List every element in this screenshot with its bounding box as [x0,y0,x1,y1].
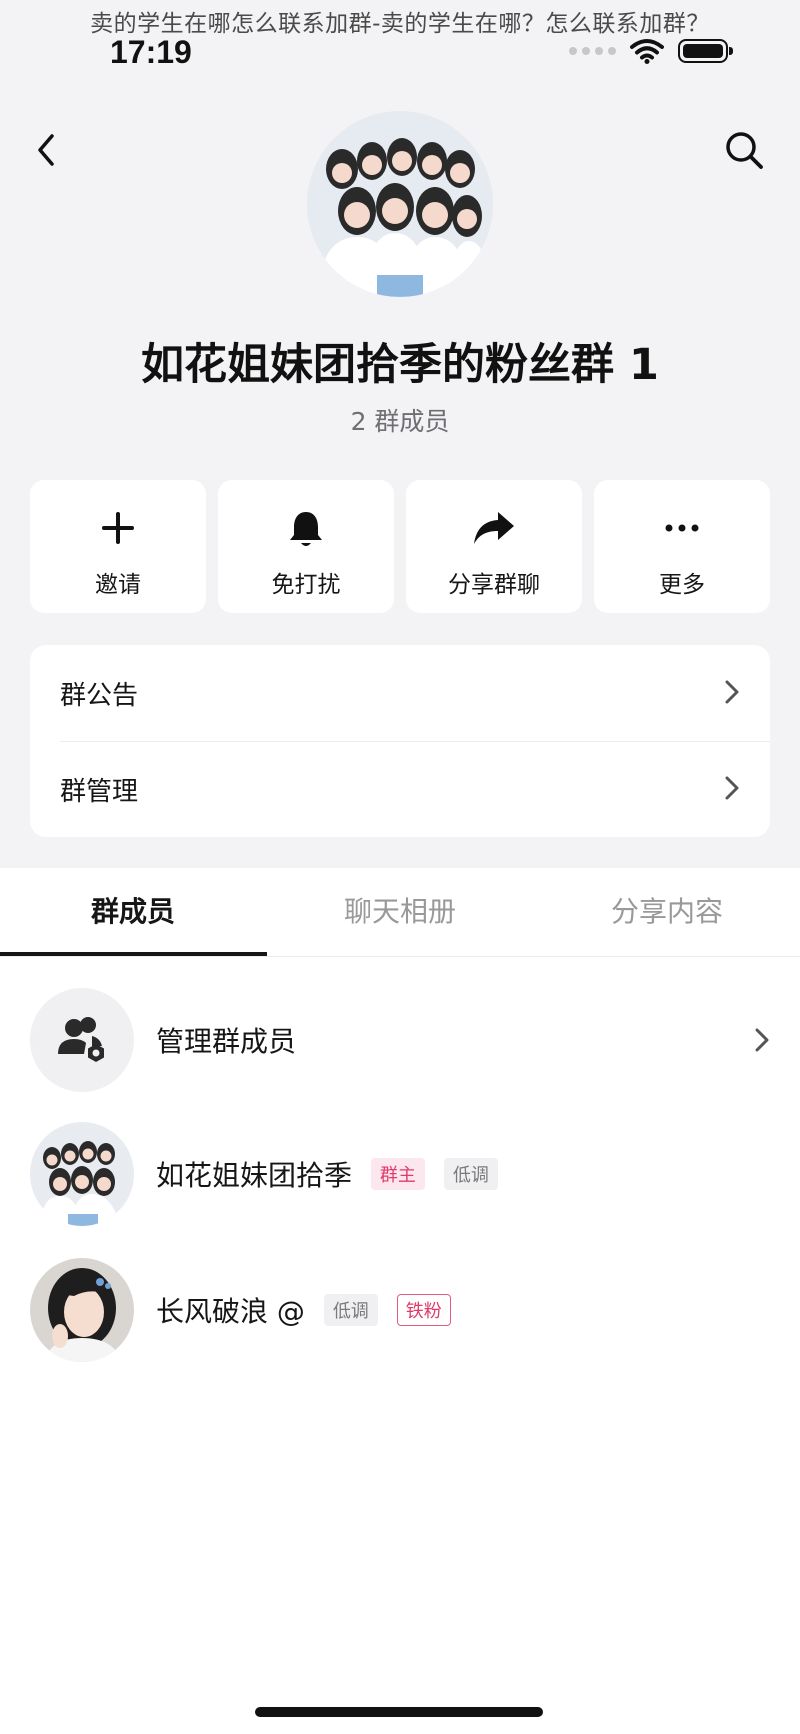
group-announcement-label: 群公告 [60,681,139,711]
avatar [30,1258,134,1362]
mute-label: 免打扰 [271,572,341,598]
member-name: 长风破浪 @ [156,1295,305,1328]
search-icon [726,132,763,169]
owner-badge: 群主 [370,1158,425,1190]
tab-chat-album[interactable]: 聊天相册 [267,868,533,956]
manage-members-label: 管理群成员 [156,1025,297,1058]
wifi-icon [630,39,664,64]
bell-icon [290,512,322,546]
group-management-label: 群管理 [60,777,139,807]
group-menu-card: 群公告 群管理 [30,645,770,837]
chevron-right-icon [725,680,739,704]
manage-members-avatar [30,988,134,1092]
signal-dots-icon [569,47,616,55]
invite-label: 邀请 [95,572,141,598]
plus-icon [102,512,134,544]
low-key-badge: 低调 [323,1294,378,1326]
member-avatar-image [30,1258,134,1362]
invite-button[interactable]: 邀请 [30,480,206,613]
share-group-label: 分享群聊 [448,572,540,598]
status-time: 17:19 [110,34,192,70]
chevron-right-icon [725,776,739,800]
more-dots-icon [665,524,699,532]
more-label: 更多 [659,572,705,598]
tab-shared-content[interactable]: 分享内容 [534,868,800,956]
active-tab-indicator [0,952,267,956]
chevron-left-icon [38,134,54,166]
share-group-button[interactable]: 分享群聊 [406,480,582,613]
member-name-line: 如花姐妹团拾季 群主 低调 [156,1154,498,1194]
group-owner-avatar-image [30,1122,134,1226]
avatar [30,1122,134,1226]
caption-text: 卖的学生在哪怎么联系加群-卖的学生在哪？怎么联系加群？ [90,11,710,37]
member-row[interactable]: 长风破浪 @ 低调 铁粉 [0,1254,800,1364]
more-button[interactable]: 更多 [594,480,770,613]
member-count[interactable]: 2 群成员 [0,402,800,438]
low-key-badge: 低调 [443,1158,498,1190]
home-indicator[interactable] [255,1707,543,1717]
tab-group-members[interactable]: 群成员 [0,868,266,956]
search-button[interactable] [722,128,768,174]
chevron-right-icon [755,1028,769,1052]
member-name-line: 长风破浪 @ 低调 铁粉 [156,1290,451,1330]
group-management-row[interactable]: 群管理 [30,741,770,837]
back-button[interactable] [28,128,68,172]
status-icons [569,38,733,64]
group-name: 如花姐妹团拾季的粉丝群 1 [141,340,659,390]
loyal-fan-badge: 铁粉 [396,1294,451,1326]
share-arrow-icon [474,512,514,544]
battery-icon [678,39,733,63]
manage-members-row[interactable]: 管理群成员 [0,984,800,1094]
group-avatar[interactable] [307,111,493,297]
users-settings-icon [58,1017,104,1062]
member-name: 如花姐妹团拾季 [156,1159,353,1192]
group-announcement-row[interactable]: 群公告 [30,645,770,741]
member-row[interactable]: 如花姐妹团拾季 群主 低调 [0,1118,800,1228]
mute-button[interactable]: 免打扰 [218,480,394,613]
tab-bar: 群成员 聊天相册 分享内容 [0,868,800,957]
group-photo-image [307,111,493,297]
